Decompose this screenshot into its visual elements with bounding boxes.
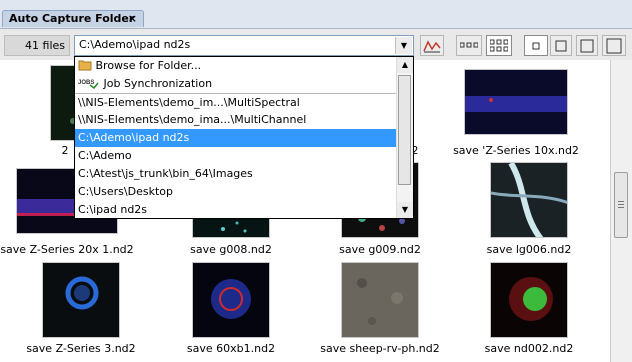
svg-text:JOBS: JOBS (78, 80, 94, 86)
tab-auto-capture-folder[interactable]: Auto Capture Folder × (2, 10, 144, 27)
dropdown-item-job-sync[interactable]: JOBS Job Synchronization (75, 75, 397, 93)
small-square-icon (532, 42, 540, 50)
thumbnail-caption: save 60xb1.nd2 (186, 342, 276, 355)
medium-square-icon (555, 40, 567, 52)
tab-title: Auto Capture Folder (9, 12, 135, 25)
microscopy-image (465, 96, 567, 112)
microscopy-image (211, 279, 251, 319)
dropdown-item-path[interactable]: \\NIS-Elements\demo_im...\MultiSpectral (75, 93, 397, 111)
grip-line (618, 207, 624, 208)
folder-dropdown-list: Browse for Folder... JOBS Job Synchroniz… (74, 56, 414, 219)
thumbnail-caption: save Z-Series 20x 1.nd2 (0, 243, 134, 256)
file-count: 41 files (4, 35, 70, 56)
tab-bar: Auto Capture Folder × (0, 0, 632, 28)
folder-path-value: C:\Ademo\ipad nd2s (79, 38, 191, 51)
dropdown-item-path-selected[interactable]: C:\Ademo\ipad nd2s (75, 129, 397, 147)
thumbnail-image[interactable] (341, 262, 419, 338)
thumbnail-caption: save sheep-rv-ph.nd2 (320, 342, 440, 355)
xlarge-square-icon (606, 38, 622, 54)
vertical-scrollbar[interactable] (610, 60, 632, 362)
thumbnail-caption: save nd002.nd2 (484, 342, 574, 355)
chevron-down-icon[interactable]: ▼ (395, 37, 412, 54)
view-grid-button[interactable] (486, 35, 512, 56)
close-icon[interactable]: × (128, 12, 137, 25)
folder-path-combobox[interactable]: C:\Ademo\ipad nd2s ▼ (74, 35, 414, 56)
scrollbar-thumb[interactable] (614, 172, 628, 238)
grip-line (618, 204, 624, 205)
thumbnail-caption: save Z-Series 3.nd2 (26, 342, 136, 355)
chevron-up-icon[interactable]: ▲ (397, 57, 413, 73)
thumb-size-xlarge-button[interactable] (602, 35, 626, 56)
thumbnail-image[interactable] (490, 262, 568, 338)
microscopy-image (509, 277, 553, 321)
dropdown-item-path[interactable]: \\NIS-Elements\demo_ima...\MultiChannel (75, 111, 397, 129)
chevron-down-icon[interactable]: ▼ (397, 202, 413, 218)
thumb-size-small-button[interactable] (524, 35, 548, 56)
line-chart-icon (423, 40, 441, 53)
dropdown-item-path[interactable]: C:\Ademo (75, 147, 397, 165)
grid-icon (489, 39, 509, 52)
chart-button[interactable] (420, 35, 444, 56)
view-list-button[interactable] (456, 35, 482, 56)
dropdown-scrollbar-thumb[interactable] (398, 75, 411, 185)
dropdown-item-label: Browse for Folder... (95, 59, 202, 72)
microscopy-image (491, 163, 567, 237)
thumbnail-image[interactable] (192, 262, 270, 338)
thumbnail-image[interactable] (490, 162, 568, 238)
dropdown-item-path[interactable]: C:\Users\Desktop (75, 183, 397, 201)
thumb-size-medium-button[interactable] (550, 35, 572, 56)
dropdown-item-path[interactable]: C:\Atest\js_trunk\bin_64\Images (75, 165, 397, 183)
dropdown-scrollbar[interactable]: ▲ ▼ (396, 57, 413, 218)
folder-icon (78, 60, 92, 71)
microscopy-image (357, 278, 403, 325)
thumbnail-caption: save 'Z-Series 10x.nd2 (453, 144, 579, 157)
thumbnail-caption: save lg006.nd2 (486, 243, 572, 256)
large-square-icon (580, 39, 594, 53)
list-icon (459, 42, 479, 48)
thumbnail-caption: save g009.nd2 (339, 243, 421, 256)
dropdown-item-browse[interactable]: Browse for Folder... (75, 57, 397, 75)
thumbnail-image[interactable] (42, 262, 120, 338)
thumb-size-large-button[interactable] (576, 35, 598, 56)
dropdown-item-label: Job Synchronization (103, 77, 213, 90)
thumbnail-image[interactable] (464, 69, 568, 135)
microscopy-image (65, 276, 99, 310)
grip-line (618, 201, 624, 202)
thumbnail-caption: save g008.nd2 (190, 243, 272, 256)
dropdown-item-path[interactable]: C:\ipad nd2s (75, 201, 397, 219)
jobs-icon: JOBS (78, 80, 99, 90)
